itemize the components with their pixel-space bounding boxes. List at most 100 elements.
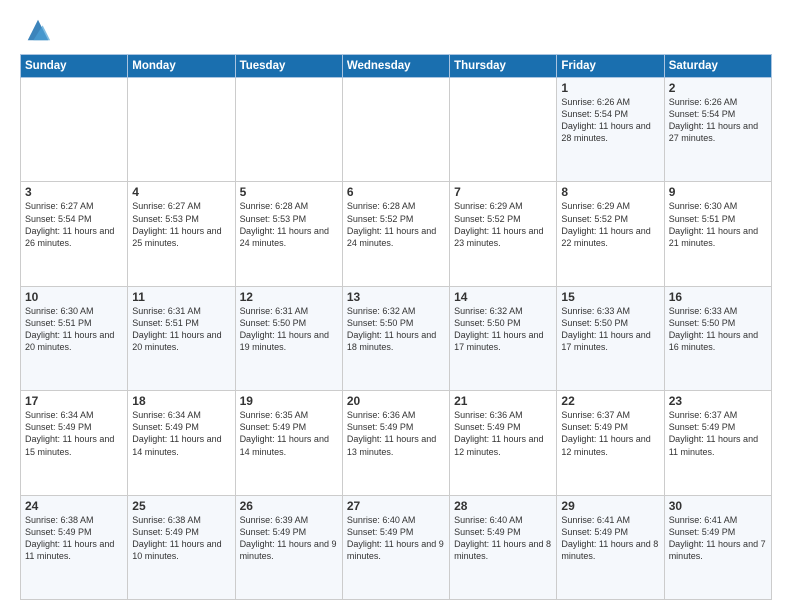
calendar-cell-1-0: 3Sunrise: 6:27 AM Sunset: 5:54 PM Daylig… [21,182,128,286]
day-number: 24 [25,499,123,513]
calendar-cell-4-4: 28Sunrise: 6:40 AM Sunset: 5:49 PM Dayli… [450,495,557,599]
day-number: 1 [561,81,659,95]
day-number: 29 [561,499,659,513]
calendar-row-0: 1Sunrise: 6:26 AM Sunset: 5:54 PM Daylig… [21,78,772,182]
cell-info-text: Sunrise: 6:27 AM Sunset: 5:54 PM Dayligh… [25,200,123,249]
cell-info-text: Sunrise: 6:33 AM Sunset: 5:50 PM Dayligh… [561,305,659,354]
cell-info-text: Sunrise: 6:37 AM Sunset: 5:49 PM Dayligh… [669,409,767,458]
cell-info-text: Sunrise: 6:26 AM Sunset: 5:54 PM Dayligh… [669,96,767,145]
day-number: 21 [454,394,552,408]
day-number: 10 [25,290,123,304]
header [20,16,772,44]
calendar-table: SundayMondayTuesdayWednesdayThursdayFrid… [20,54,772,600]
calendar-row-3: 17Sunrise: 6:34 AM Sunset: 5:49 PM Dayli… [21,391,772,495]
day-number: 16 [669,290,767,304]
calendar-cell-2-1: 11Sunrise: 6:31 AM Sunset: 5:51 PM Dayli… [128,286,235,390]
calendar-cell-4-2: 26Sunrise: 6:39 AM Sunset: 5:49 PM Dayli… [235,495,342,599]
calendar-cell-2-6: 16Sunrise: 6:33 AM Sunset: 5:50 PM Dayli… [664,286,771,390]
cell-info-text: Sunrise: 6:30 AM Sunset: 5:51 PM Dayligh… [669,200,767,249]
calendar-cell-3-6: 23Sunrise: 6:37 AM Sunset: 5:49 PM Dayli… [664,391,771,495]
cell-info-text: Sunrise: 6:41 AM Sunset: 5:49 PM Dayligh… [669,514,767,563]
weekday-header-friday: Friday [557,55,664,78]
calendar-cell-2-5: 15Sunrise: 6:33 AM Sunset: 5:50 PM Dayli… [557,286,664,390]
calendar-cell-4-5: 29Sunrise: 6:41 AM Sunset: 5:49 PM Dayli… [557,495,664,599]
cell-info-text: Sunrise: 6:26 AM Sunset: 5:54 PM Dayligh… [561,96,659,145]
calendar-row-2: 10Sunrise: 6:30 AM Sunset: 5:51 PM Dayli… [21,286,772,390]
calendar-cell-1-2: 5Sunrise: 6:28 AM Sunset: 5:53 PM Daylig… [235,182,342,286]
day-number: 18 [132,394,230,408]
cell-info-text: Sunrise: 6:28 AM Sunset: 5:52 PM Dayligh… [347,200,445,249]
cell-info-text: Sunrise: 6:37 AM Sunset: 5:49 PM Dayligh… [561,409,659,458]
day-number: 25 [132,499,230,513]
calendar-cell-4-0: 24Sunrise: 6:38 AM Sunset: 5:49 PM Dayli… [21,495,128,599]
logo-icon [24,16,52,44]
cell-info-text: Sunrise: 6:41 AM Sunset: 5:49 PM Dayligh… [561,514,659,563]
cell-info-text: Sunrise: 6:29 AM Sunset: 5:52 PM Dayligh… [561,200,659,249]
calendar-row-4: 24Sunrise: 6:38 AM Sunset: 5:49 PM Dayli… [21,495,772,599]
page: SundayMondayTuesdayWednesdayThursdayFrid… [0,0,792,612]
logo [20,16,52,44]
day-number: 23 [669,394,767,408]
day-number: 19 [240,394,338,408]
calendar-cell-1-5: 8Sunrise: 6:29 AM Sunset: 5:52 PM Daylig… [557,182,664,286]
calendar-cell-0-6: 2Sunrise: 6:26 AM Sunset: 5:54 PM Daylig… [664,78,771,182]
calendar-cell-0-0 [21,78,128,182]
cell-info-text: Sunrise: 6:28 AM Sunset: 5:53 PM Dayligh… [240,200,338,249]
day-number: 5 [240,185,338,199]
day-number: 8 [561,185,659,199]
day-number: 30 [669,499,767,513]
weekday-header-saturday: Saturday [664,55,771,78]
calendar-cell-4-3: 27Sunrise: 6:40 AM Sunset: 5:49 PM Dayli… [342,495,449,599]
calendar-cell-3-3: 20Sunrise: 6:36 AM Sunset: 5:49 PM Dayli… [342,391,449,495]
cell-info-text: Sunrise: 6:32 AM Sunset: 5:50 PM Dayligh… [454,305,552,354]
day-number: 2 [669,81,767,95]
calendar-cell-2-3: 13Sunrise: 6:32 AM Sunset: 5:50 PM Dayli… [342,286,449,390]
day-number: 17 [25,394,123,408]
calendar-cell-4-1: 25Sunrise: 6:38 AM Sunset: 5:49 PM Dayli… [128,495,235,599]
cell-info-text: Sunrise: 6:39 AM Sunset: 5:49 PM Dayligh… [240,514,338,563]
calendar-cell-2-0: 10Sunrise: 6:30 AM Sunset: 5:51 PM Dayli… [21,286,128,390]
cell-info-text: Sunrise: 6:40 AM Sunset: 5:49 PM Dayligh… [454,514,552,563]
calendar-row-1: 3Sunrise: 6:27 AM Sunset: 5:54 PM Daylig… [21,182,772,286]
weekday-header-thursday: Thursday [450,55,557,78]
day-number: 28 [454,499,552,513]
cell-info-text: Sunrise: 6:36 AM Sunset: 5:49 PM Dayligh… [454,409,552,458]
weekday-header-monday: Monday [128,55,235,78]
cell-info-text: Sunrise: 6:31 AM Sunset: 5:50 PM Dayligh… [240,305,338,354]
day-number: 3 [25,185,123,199]
weekday-header-wednesday: Wednesday [342,55,449,78]
cell-info-text: Sunrise: 6:33 AM Sunset: 5:50 PM Dayligh… [669,305,767,354]
cell-info-text: Sunrise: 6:27 AM Sunset: 5:53 PM Dayligh… [132,200,230,249]
cell-info-text: Sunrise: 6:34 AM Sunset: 5:49 PM Dayligh… [25,409,123,458]
cell-info-text: Sunrise: 6:38 AM Sunset: 5:49 PM Dayligh… [132,514,230,563]
calendar-cell-3-0: 17Sunrise: 6:34 AM Sunset: 5:49 PM Dayli… [21,391,128,495]
calendar-cell-2-2: 12Sunrise: 6:31 AM Sunset: 5:50 PM Dayli… [235,286,342,390]
calendar-cell-3-5: 22Sunrise: 6:37 AM Sunset: 5:49 PM Dayli… [557,391,664,495]
calendar-cell-1-1: 4Sunrise: 6:27 AM Sunset: 5:53 PM Daylig… [128,182,235,286]
cell-info-text: Sunrise: 6:32 AM Sunset: 5:50 PM Dayligh… [347,305,445,354]
cell-info-text: Sunrise: 6:36 AM Sunset: 5:49 PM Dayligh… [347,409,445,458]
day-number: 11 [132,290,230,304]
day-number: 12 [240,290,338,304]
calendar-cell-3-4: 21Sunrise: 6:36 AM Sunset: 5:49 PM Dayli… [450,391,557,495]
day-number: 13 [347,290,445,304]
cell-info-text: Sunrise: 6:38 AM Sunset: 5:49 PM Dayligh… [25,514,123,563]
calendar-cell-0-5: 1Sunrise: 6:26 AM Sunset: 5:54 PM Daylig… [557,78,664,182]
calendar-cell-3-2: 19Sunrise: 6:35 AM Sunset: 5:49 PM Dayli… [235,391,342,495]
day-number: 9 [669,185,767,199]
calendar-cell-1-6: 9Sunrise: 6:30 AM Sunset: 5:51 PM Daylig… [664,182,771,286]
calendar-cell-2-4: 14Sunrise: 6:32 AM Sunset: 5:50 PM Dayli… [450,286,557,390]
cell-info-text: Sunrise: 6:31 AM Sunset: 5:51 PM Dayligh… [132,305,230,354]
cell-info-text: Sunrise: 6:29 AM Sunset: 5:52 PM Dayligh… [454,200,552,249]
day-number: 6 [347,185,445,199]
calendar-cell-1-3: 6Sunrise: 6:28 AM Sunset: 5:52 PM Daylig… [342,182,449,286]
calendar-cell-0-2 [235,78,342,182]
weekday-header-sunday: Sunday [21,55,128,78]
calendar-cell-0-3 [342,78,449,182]
cell-info-text: Sunrise: 6:40 AM Sunset: 5:49 PM Dayligh… [347,514,445,563]
cell-info-text: Sunrise: 6:35 AM Sunset: 5:49 PM Dayligh… [240,409,338,458]
day-number: 7 [454,185,552,199]
day-number: 4 [132,185,230,199]
day-number: 15 [561,290,659,304]
weekday-header-tuesday: Tuesday [235,55,342,78]
